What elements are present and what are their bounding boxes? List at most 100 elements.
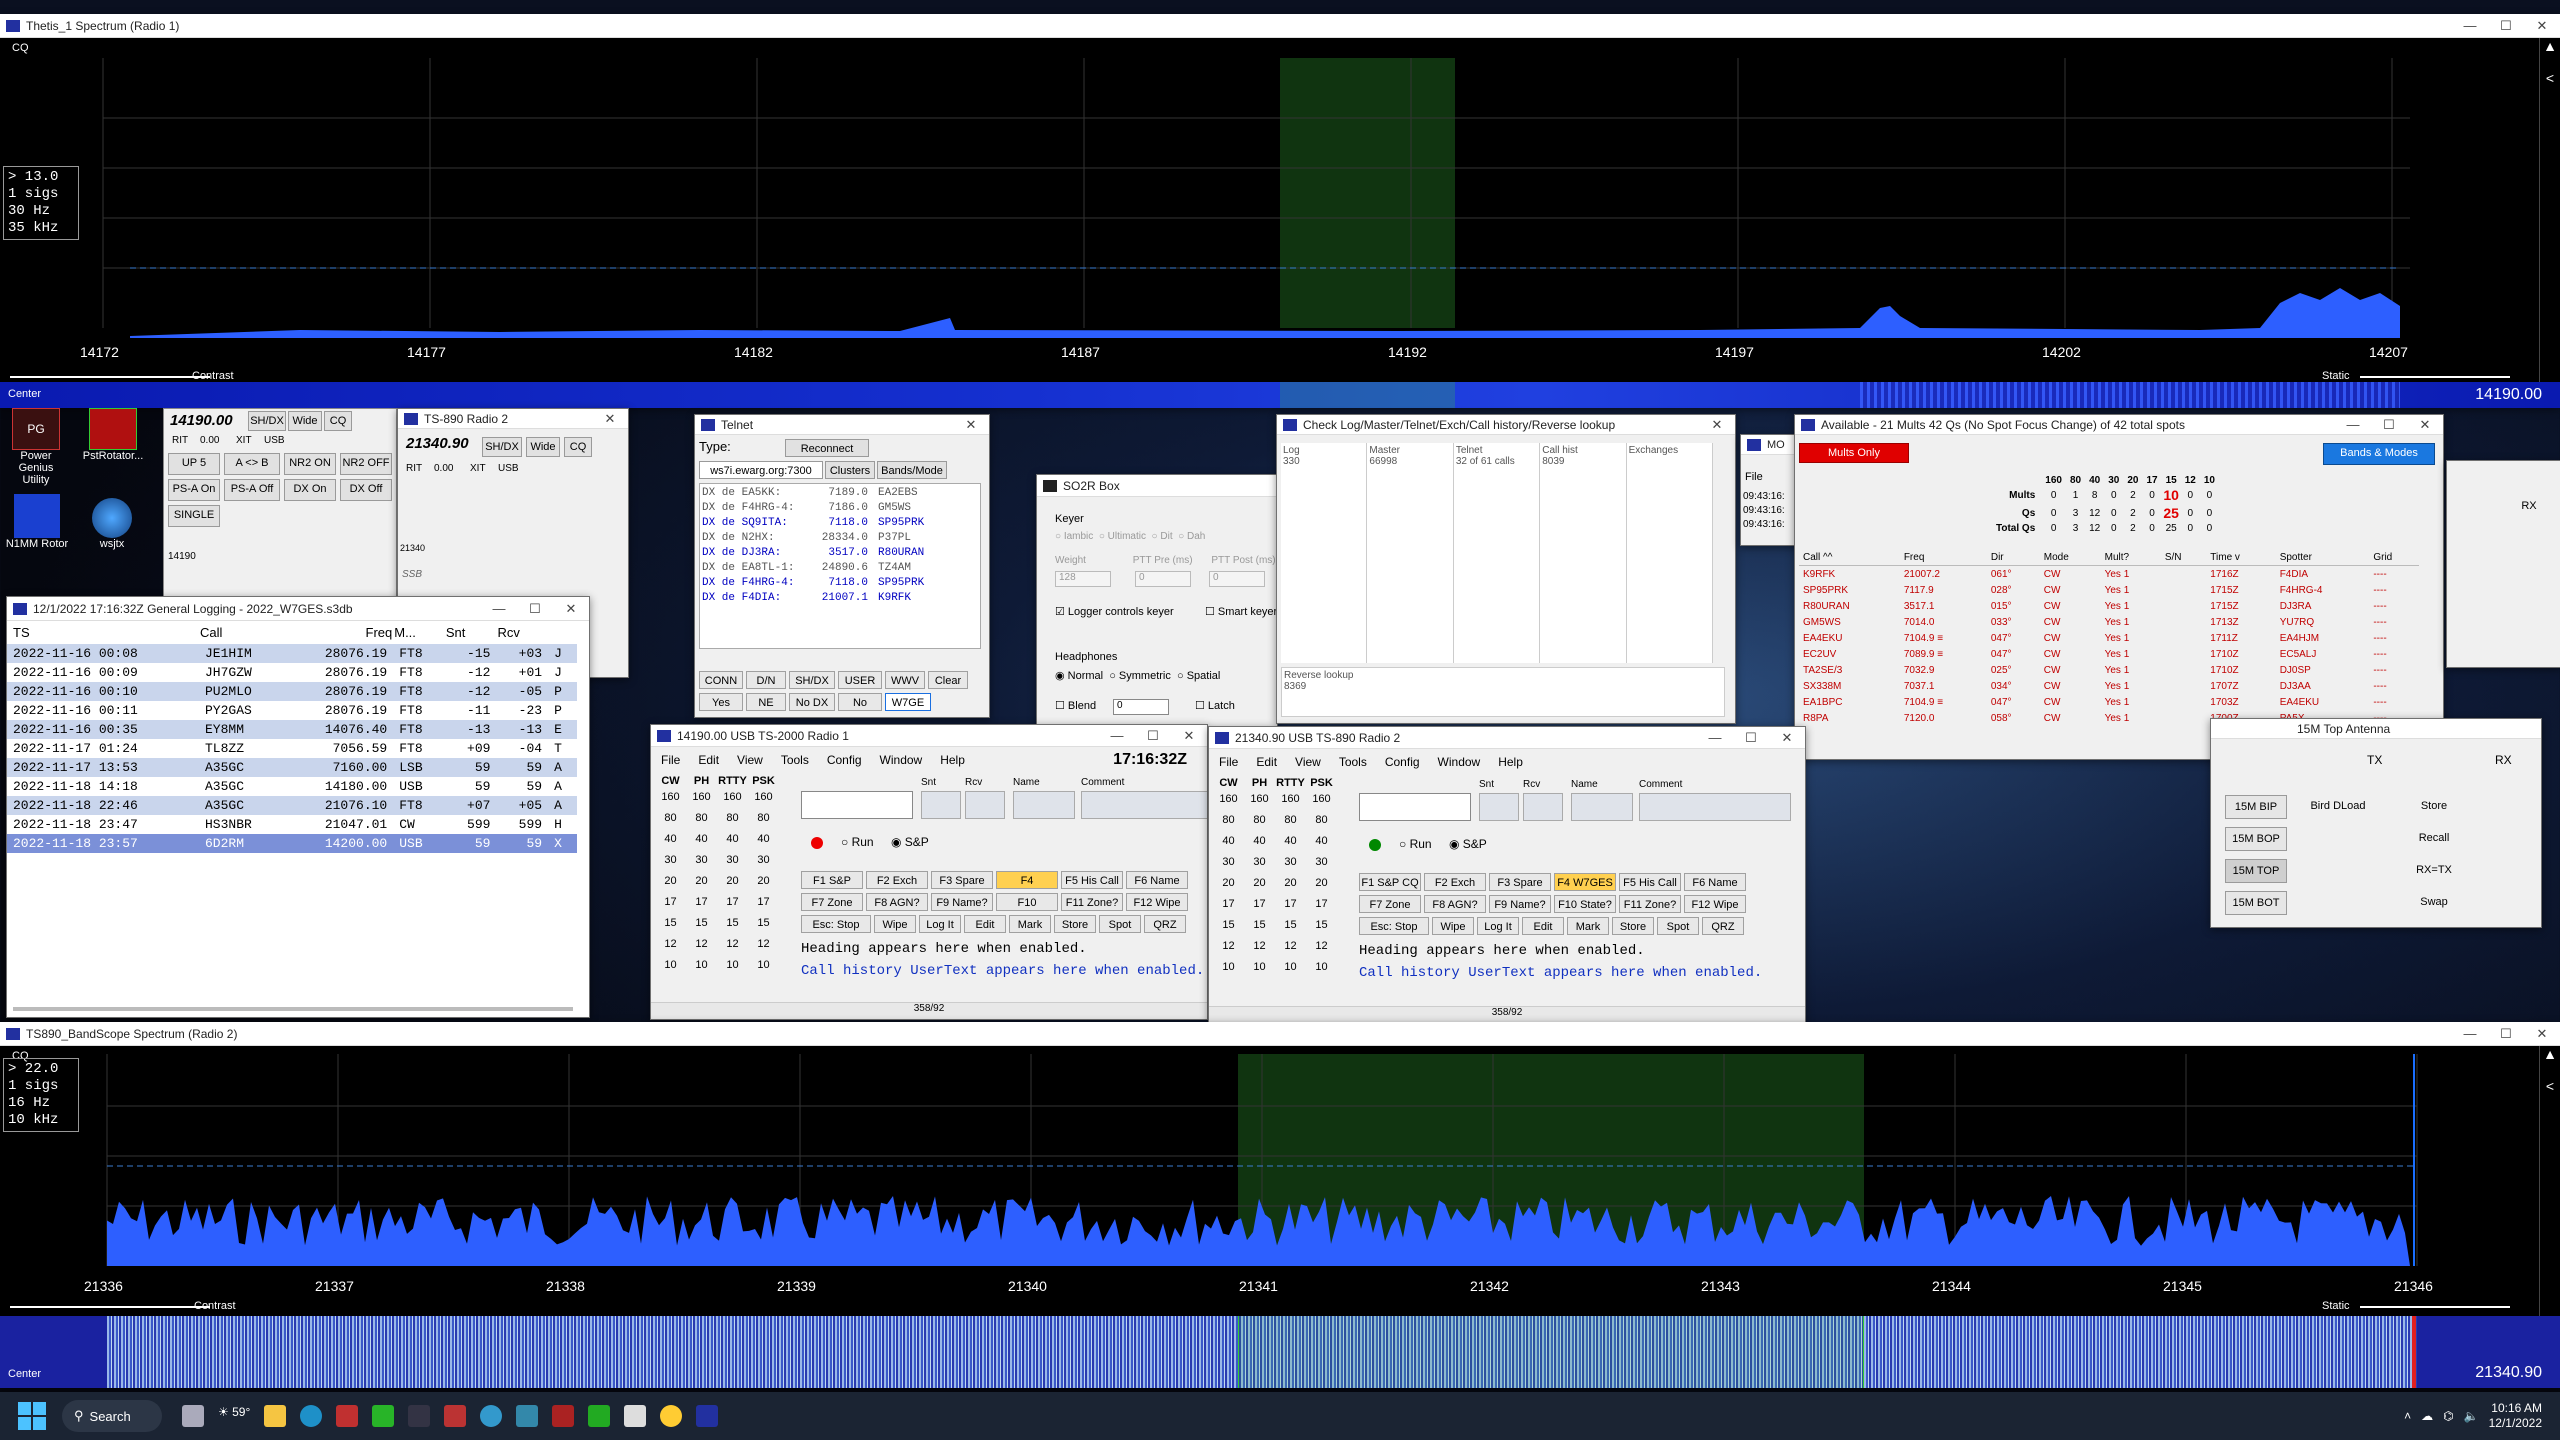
band-cell[interactable]: 80	[655, 808, 686, 829]
sp-radio[interactable]: ◉	[888, 835, 905, 849]
table-row[interactable]: 2022-11-17 01:24 TL8ZZ 7056.59 FT8 +09 -04 T	[7, 739, 577, 758]
task-view-icon[interactable]	[182, 1405, 204, 1427]
close-icon[interactable]: ✕	[592, 411, 628, 427]
band-cell[interactable]: 20	[1213, 873, 1244, 894]
maximize-icon[interactable]: ☐	[2488, 18, 2524, 34]
band-cell[interactable]: 40	[1244, 831, 1275, 852]
rx-button[interactable]: RX	[2507, 497, 2551, 519]
band-cell[interactable]: 10	[1213, 957, 1244, 978]
contrast-slider[interactable]	[10, 1306, 210, 1308]
column-header-snt[interactable]: Snt	[445, 621, 497, 644]
table-row[interactable]: 2022-11-16 00:09 JH7GZW 28076.19 FT8 -12 +01 J	[7, 663, 577, 682]
band-cell[interactable]: 12	[1275, 936, 1306, 957]
spot-row[interactable]: TA2SE/3 7032.9 025° CW Yes 1 1710Z DJ0SP ----	[1799, 662, 2419, 678]
band-cell[interactable]: 20	[748, 871, 779, 892]
fkey-button[interactable]: F2 Exch	[1424, 873, 1486, 891]
band-cell[interactable]: 17	[686, 892, 717, 913]
menu-edit[interactable]: Edit	[698, 753, 719, 767]
cq-button[interactable]: CQ	[564, 437, 592, 457]
fkey-button[interactable]: F7 Zone	[801, 893, 863, 911]
run-radio[interactable]: ○	[841, 835, 852, 849]
menu-window[interactable]: Window	[1438, 755, 1481, 769]
sh-dx-button[interactable]: SH/DX	[248, 411, 286, 431]
spot-row[interactable]: K9RFK 21007.2 061° CW Yes 1 1716Z F4DIA ----	[1799, 566, 2419, 583]
spot-row[interactable]: R80URAN 3517.1 015° CW Yes 1 1715Z DJ3RA ----	[1799, 598, 2419, 614]
weather-icon[interactable]: ☀ 59°	[218, 1405, 250, 1427]
up5-button[interactable]: UP 5	[168, 453, 220, 475]
column-header[interactable]: Time v	[2206, 549, 2276, 566]
band-cell[interactable]: 17	[1244, 894, 1275, 915]
app-icon[interactable]	[660, 1405, 683, 1427]
fkey-button[interactable]: Spot	[1099, 915, 1141, 933]
network-icon[interactable]: ⌬	[2443, 1409, 2453, 1423]
close-icon[interactable]: ✕	[2524, 18, 2560, 34]
fkey-button[interactable]: Wipe	[874, 915, 916, 933]
single-button[interactable]: SINGLE	[168, 505, 220, 527]
band-cell[interactable]: 20	[1244, 873, 1275, 894]
mults-only-button[interactable]: Mults Only	[1799, 443, 1909, 463]
menu-config[interactable]: Config	[1385, 755, 1420, 769]
column-header-mode[interactable]: M...	[393, 621, 445, 644]
spot-row[interactable]: EC2UV 7089.9 ≡ 047° CW Yes 1 1710Z EC5ALJ ----	[1799, 646, 2419, 662]
spot-line[interactable]: DX de F4DIA: 21007.1 K9RFK	[702, 591, 978, 606]
snt-input[interactable]	[921, 791, 961, 819]
static-slider[interactable]	[2360, 1306, 2510, 1308]
minimize-icon[interactable]: —	[1099, 728, 1135, 743]
fkey-button[interactable]: F9 Name?	[1489, 895, 1551, 913]
ps-a-off-button[interactable]: PS-A Off	[224, 479, 280, 501]
fkey-button[interactable]: Store	[1612, 917, 1654, 935]
menu-tools[interactable]: Tools	[1339, 755, 1367, 769]
static-slider[interactable]	[2360, 376, 2510, 378]
fkey-button[interactable]: Esc: Stop	[1359, 917, 1429, 935]
band-cell[interactable]: 30	[1244, 852, 1275, 873]
band-cell[interactable]: 160	[1244, 789, 1275, 810]
column-header[interactable]: Grid	[2369, 549, 2419, 566]
band-cell[interactable]: 12	[655, 934, 686, 955]
spot-line[interactable]: DX de SQ9ITA: 7118.0 SP95PRK	[702, 516, 978, 531]
fkey-button[interactable]: F6 Name	[1684, 873, 1746, 891]
close-icon[interactable]: ✕	[1699, 417, 1735, 433]
fkey-button[interactable]: F1 S&P CQ	[1359, 873, 1421, 891]
fkey-button[interactable]: F11 Zone?	[1619, 895, 1681, 913]
spectrum-display[interactable]: CQ > 13.0 1 sigs 30 Hz 35 kHz 14172 1417…	[0, 38, 2540, 382]
band-cell[interactable]: 40	[748, 829, 779, 850]
minimize-icon[interactable]: —	[2452, 1026, 2488, 1041]
keyer-iambic[interactable]: Iambic	[1064, 531, 1093, 542]
band-cell[interactable]: 10	[1306, 957, 1337, 978]
desktop-icon-power-genius[interactable]: PG Power Genius Utility	[6, 408, 66, 486]
band-cell[interactable]: 80	[1306, 810, 1337, 831]
menu-config[interactable]: Config	[827, 753, 862, 767]
band-cell[interactable]: 40	[717, 829, 748, 850]
column-header-rcv[interactable]: Rcv	[496, 621, 548, 644]
spot-row[interactable]: GM5WS 7014.0 033° CW Yes 1 1713Z YU7RQ ----	[1799, 614, 2419, 630]
fkey-button[interactable]: QRZ	[1702, 917, 1744, 935]
file-explorer-icon[interactable]	[264, 1405, 287, 1427]
antenna-15m-bip-button[interactable]: 15M BIP	[2225, 795, 2287, 819]
app-icon[interactable]	[480, 1405, 503, 1427]
weight-select[interactable]: 128	[1055, 571, 1111, 587]
file-menu[interactable]: File	[1745, 471, 1763, 483]
dx-off-button[interactable]: DX Off	[340, 479, 392, 501]
telnet-button-wwv[interactable]: WWV	[885, 671, 925, 689]
chevron-up-icon[interactable]: ˄	[2404, 1409, 2411, 1423]
fkey-button[interactable]: Edit	[1522, 917, 1564, 935]
fkey-button[interactable]: F11 Zone?	[1061, 893, 1123, 911]
band-cell[interactable]: 20	[717, 871, 748, 892]
column-header-call[interactable]: Call	[199, 621, 285, 644]
band-cell[interactable]: 15	[1244, 915, 1275, 936]
smart-keyer-checkbox[interactable]: ☐ Smart keyer	[1205, 605, 1277, 618]
table-row[interactable]: 2022-11-16 00:35 EY8MM 14076.40 FT8 -13 -13 E	[7, 720, 577, 739]
spot-line[interactable]: DX de F4HRG-4: 7186.0 GM5WS	[702, 501, 978, 516]
logger-controls-keyer-checkbox[interactable]: ☑ Logger controls keyer	[1055, 605, 1174, 618]
telnet-button-dn[interactable]: D/N	[746, 671, 786, 689]
band-cell[interactable]: 12	[686, 934, 717, 955]
band-cell[interactable]: 80	[686, 808, 717, 829]
band-cell[interactable]: 160	[655, 787, 686, 808]
close-icon[interactable]: ✕	[953, 417, 989, 433]
band-cell[interactable]: 15	[1306, 915, 1337, 936]
store-button[interactable]: Store	[2407, 795, 2461, 819]
menu-file[interactable]: File	[1219, 755, 1238, 769]
volume-icon[interactable]: 🔈	[2464, 1409, 2479, 1423]
menu-window[interactable]: Window	[880, 753, 923, 767]
snt-input[interactable]	[1479, 793, 1519, 821]
